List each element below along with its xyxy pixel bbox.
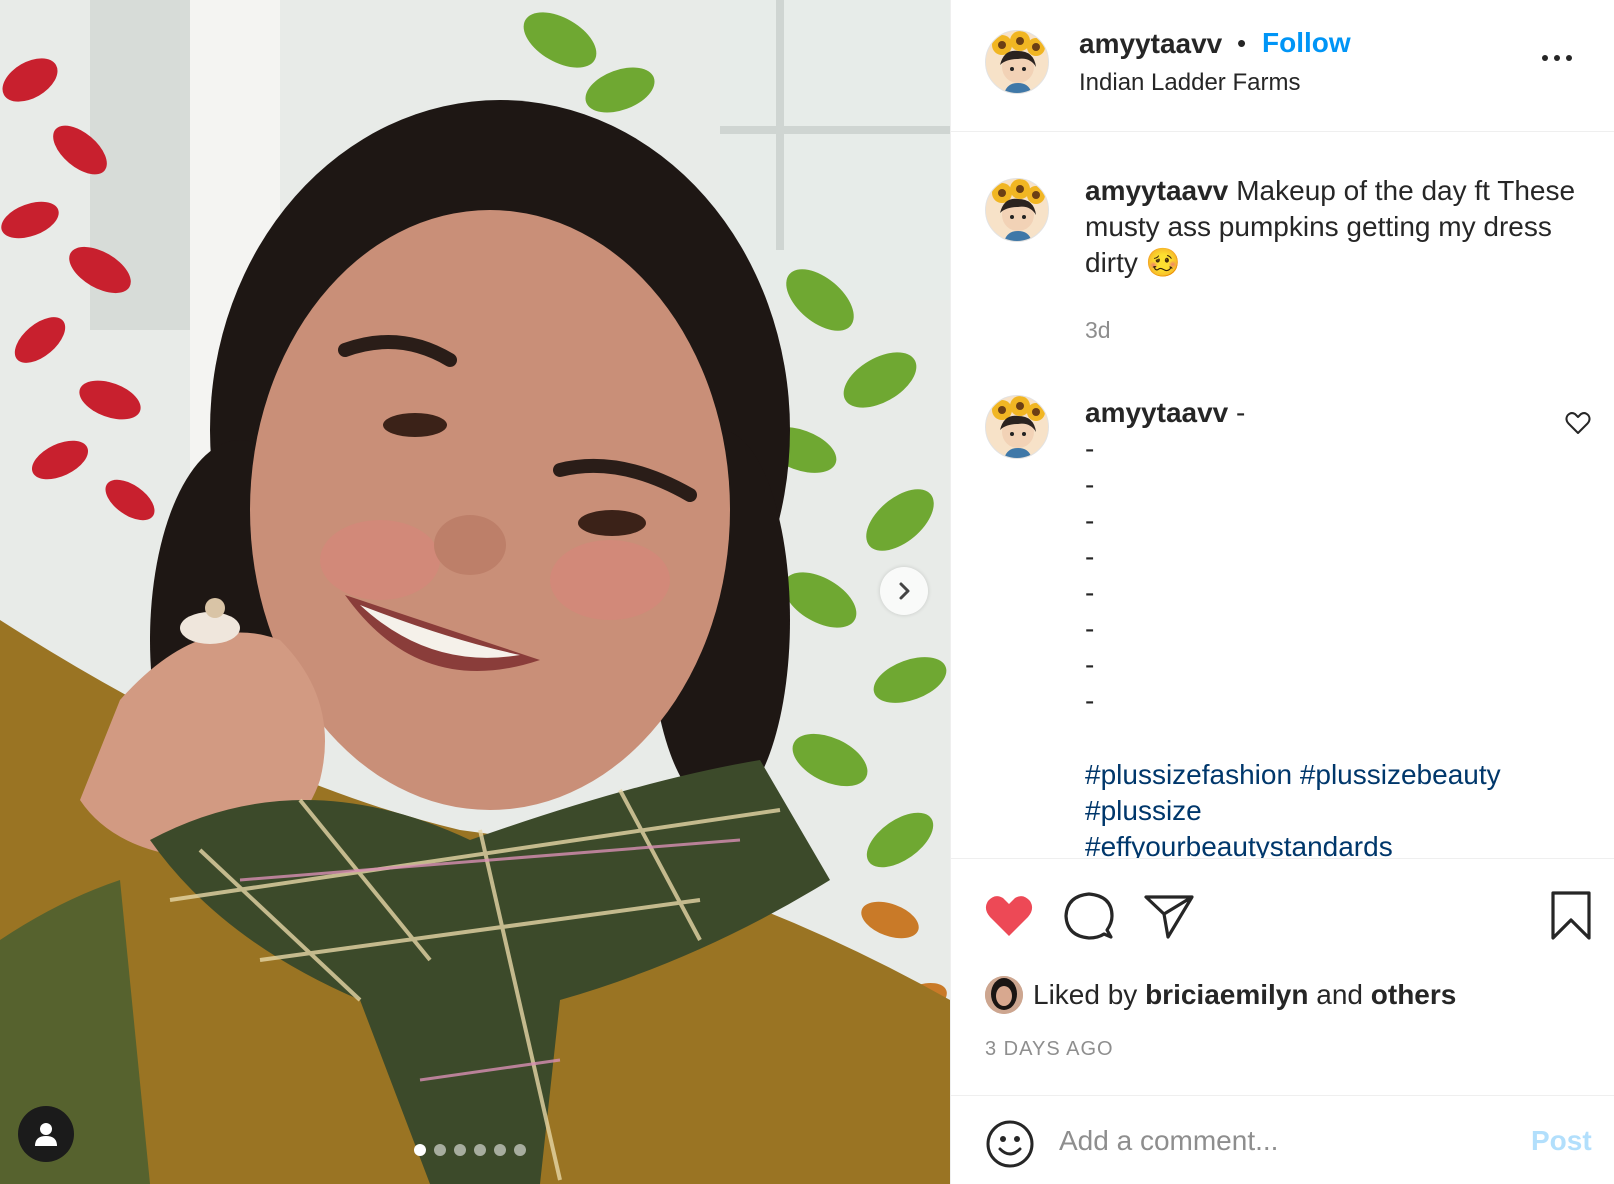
carousel-dot xyxy=(454,1144,466,1156)
heart-filled-icon[interactable] xyxy=(983,892,1035,940)
liked-by-text: Liked by briciaemilyn and others xyxy=(1033,979,1456,1011)
comment-like-heart-icon[interactable] xyxy=(1565,411,1591,435)
comment-input[interactable] xyxy=(1059,1117,1489,1165)
comment-dash-lines: - - - - - - - - xyxy=(1085,431,1545,719)
hashtag-link[interactable]: #plussize xyxy=(1085,795,1202,826)
hashtag-link[interactable]: #plussizebeauty xyxy=(1300,759,1501,790)
carousel-indicator xyxy=(414,1144,526,1156)
follow-button[interactable]: Follow xyxy=(1262,27,1351,59)
post-caption: amyytaavv Makeup of the day ft These must… xyxy=(1085,173,1595,281)
comment-dash-line: - xyxy=(1085,649,1095,680)
carousel-next-button[interactable] xyxy=(880,567,928,615)
likes-others-link[interactable]: others xyxy=(1371,979,1457,1010)
bookmark-icon[interactable] xyxy=(1549,890,1593,942)
comment-dash-line: - xyxy=(1085,613,1095,644)
liker-avatar[interactable] xyxy=(985,976,1023,1014)
comment-hashtags: #plussizefashion #plussizebeauty #plussi… xyxy=(1085,757,1545,858)
comment-first-line: - xyxy=(1236,397,1246,428)
comment-username[interactable]: amyytaavv xyxy=(1085,397,1228,428)
avatar-illustration xyxy=(986,396,1048,458)
post-timestamp[interactable]: 3 DAYS AGO xyxy=(985,1038,1114,1061)
tagged-users-button[interactable] xyxy=(18,1106,74,1162)
comment-dash-line: - xyxy=(1085,541,1095,572)
header-separator: • xyxy=(1237,28,1247,58)
comment-item: amyytaavv - - - - - - - - - #plussizefashion #p… xyxy=(1085,395,1545,858)
post-comment-button[interactable]: Post xyxy=(1531,1125,1592,1157)
comment-author-avatar[interactable] xyxy=(985,395,1049,459)
liker-avatar-image xyxy=(985,976,1023,1014)
post-side-panel: amyytaavv • Follow Indian Ladder Farms a… xyxy=(950,0,1614,1184)
comment-dash-line: - xyxy=(1085,469,1095,500)
carousel-dot xyxy=(494,1144,506,1156)
carousel-dot xyxy=(474,1144,486,1156)
avatar-illustration xyxy=(986,31,1048,93)
caption-time: 3d xyxy=(1085,317,1111,343)
liked-by-row: Liked by briciaemilyn and others xyxy=(985,976,1456,1014)
post-photo[interactable] xyxy=(0,0,950,1184)
more-horizontal-icon xyxy=(1542,55,1548,61)
comment-dash-line: - xyxy=(1085,685,1095,716)
post-header: amyytaavv • Follow Indian Ladder Farms xyxy=(951,0,1614,132)
liker-username[interactable]: briciaemilyn xyxy=(1145,979,1308,1010)
avatar-illustration xyxy=(986,179,1048,241)
emoji-icon[interactable] xyxy=(985,1119,1035,1169)
comment-dash-line: - xyxy=(1085,577,1095,608)
location-link[interactable]: Indian Ladder Farms xyxy=(1079,69,1300,97)
selfie-image xyxy=(0,0,950,1184)
carousel-dot xyxy=(414,1144,426,1156)
caption-username[interactable]: amyytaavv xyxy=(1085,175,1228,206)
author-avatar[interactable] xyxy=(985,30,1049,94)
hashtag-link[interactable]: #effyourbeautystandards xyxy=(1085,831,1393,858)
post-actions: Liked by briciaemilyn and others 3 DAYS … xyxy=(951,860,1614,1096)
comment-icon[interactable] xyxy=(1063,890,1115,942)
carousel-dot xyxy=(514,1144,526,1156)
caption-author-avatar[interactable] xyxy=(985,178,1049,242)
caption-emoji: 🥴 xyxy=(1145,247,1181,278)
comment-dash-line: - xyxy=(1085,505,1095,536)
more-options-button[interactable] xyxy=(1535,46,1579,70)
user-icon xyxy=(35,1123,57,1146)
share-icon[interactable] xyxy=(1143,892,1195,940)
liked-by-prefix: Liked by xyxy=(1033,979,1138,1010)
carousel-dot xyxy=(434,1144,446,1156)
author-username[interactable]: amyytaavv xyxy=(1079,28,1222,60)
add-comment-bar: Post xyxy=(951,1097,1614,1184)
comment-dash-line: - xyxy=(1085,433,1095,464)
hashtag-link[interactable]: #plussizefashion xyxy=(1085,759,1292,790)
chevron-right-icon xyxy=(899,582,910,600)
liked-by-conjunction: and xyxy=(1316,979,1363,1010)
comments-section[interactable]: amyytaavv Makeup of the day ft These must… xyxy=(951,133,1614,859)
